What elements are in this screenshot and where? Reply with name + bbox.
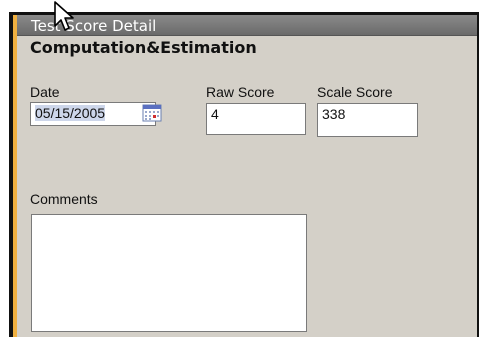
scale-score-input[interactable]: 338 <box>317 103 418 137</box>
mouse-pointer-icon <box>54 1 74 31</box>
date-value: 05/15/2005 <box>35 105 106 121</box>
section-title: Computation&Estimation <box>30 38 257 57</box>
date-label: Date <box>30 84 60 100</box>
test-score-detail-window: Test Score Detail Computation&Estimation… <box>13 15 477 337</box>
raw-score-label: Raw Score <box>206 84 275 100</box>
window-title: Test Score Detail <box>31 17 157 35</box>
calendar-icon[interactable] <box>142 104 162 122</box>
title-bar: Test Score Detail <box>17 15 477 36</box>
comments-textarea[interactable] <box>31 214 307 332</box>
scale-score-label: Scale Score <box>317 84 393 100</box>
raw-score-input[interactable]: 4 <box>206 103 306 135</box>
date-input[interactable]: 05/15/2005 <box>30 102 156 126</box>
comments-label: Comments <box>30 191 98 207</box>
